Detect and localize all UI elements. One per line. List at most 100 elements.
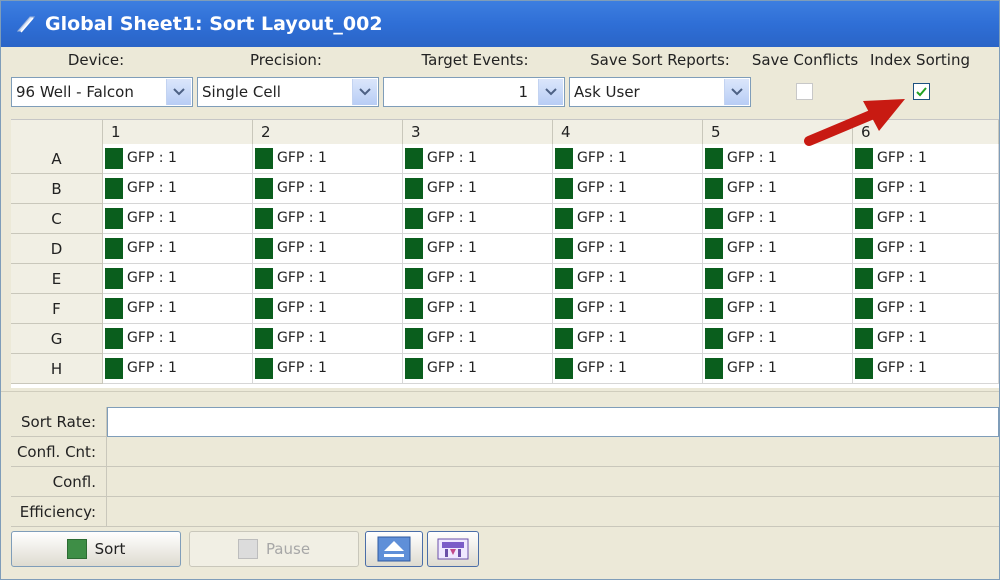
well-cell-F3[interactable]: GFP : 1: [403, 294, 553, 324]
device-dropdown[interactable]: 96 Well - Falcon: [11, 77, 193, 107]
gate-color-swatch: [705, 358, 723, 379]
well-cell-F2[interactable]: GFP : 1: [253, 294, 403, 324]
sort-rate-field[interactable]: [107, 407, 999, 437]
well-cell-B6[interactable]: GFP : 1: [853, 174, 999, 204]
well-cell-D1[interactable]: GFP : 1: [103, 234, 253, 264]
row-header-E[interactable]: E: [11, 264, 103, 294]
panel-divider[interactable]: [1, 391, 999, 406]
well-gate-label: GFP : 1: [727, 270, 777, 286]
well-cell-H5[interactable]: GFP : 1: [703, 354, 853, 384]
well-cell-G1[interactable]: GFP : 1: [103, 324, 253, 354]
well-cell-E2[interactable]: GFP : 1: [253, 264, 403, 294]
well-gate-label: GFP : 1: [277, 270, 327, 286]
dropdown-arrow-icon[interactable]: [166, 79, 191, 105]
pause-button[interactable]: Pause: [189, 531, 359, 567]
well-cell-H2[interactable]: GFP : 1: [253, 354, 403, 384]
row-header-C[interactable]: C: [11, 204, 103, 234]
well-cell-B2[interactable]: GFP : 1: [253, 174, 403, 204]
well-cell-G5[interactable]: GFP : 1: [703, 324, 853, 354]
row-header-B[interactable]: B: [11, 174, 103, 204]
well-cell-F5[interactable]: GFP : 1: [703, 294, 853, 324]
gate-color-swatch: [705, 328, 723, 349]
save-sort-reports-dropdown[interactable]: Ask User: [569, 77, 751, 107]
gate-color-swatch: [555, 208, 573, 229]
well-cell-F4[interactable]: GFP : 1: [553, 294, 703, 324]
well-cell-E3[interactable]: GFP : 1: [403, 264, 553, 294]
well-cell-E6[interactable]: GFP : 1: [853, 264, 999, 294]
dropdown-arrow-icon[interactable]: [538, 79, 563, 105]
well-cell-E4[interactable]: GFP : 1: [553, 264, 703, 294]
row-header-H[interactable]: H: [11, 354, 103, 384]
well-cell-D5[interactable]: GFP : 1: [703, 234, 853, 264]
well-cell-A2[interactable]: GFP : 1: [253, 144, 403, 174]
well-gate-label: GFP : 1: [277, 300, 327, 316]
well-cell-G4[interactable]: GFP : 1: [553, 324, 703, 354]
well-gate-label: GFP : 1: [427, 270, 477, 286]
sort-rate-label: Sort Rate:: [11, 407, 107, 437]
well-gate-label: GFP : 1: [127, 240, 177, 256]
well-cell-D6[interactable]: GFP : 1: [853, 234, 999, 264]
well-cell-H4[interactable]: GFP : 1: [553, 354, 703, 384]
well-cell-D2[interactable]: GFP : 1: [253, 234, 403, 264]
dropdown-arrow-icon[interactable]: [352, 79, 377, 105]
well-cell-A4[interactable]: GFP : 1: [553, 144, 703, 174]
gate-color-swatch: [555, 328, 573, 349]
target-events-dropdown[interactable]: 1: [383, 77, 565, 107]
well-cell-A3[interactable]: GFP : 1: [403, 144, 553, 174]
save-conflicts-label: Save Conflicts: [751, 51, 859, 69]
column-header-3[interactable]: 3: [403, 120, 553, 144]
well-cell-C1[interactable]: GFP : 1: [103, 204, 253, 234]
well-cell-E5[interactable]: GFP : 1: [703, 264, 853, 294]
index-sorting-checkbox[interactable]: [913, 83, 930, 100]
gate-color-swatch: [555, 178, 573, 199]
gate-color-swatch: [705, 238, 723, 259]
well-cell-G2[interactable]: GFP : 1: [253, 324, 403, 354]
well-cell-C6[interactable]: GFP : 1: [853, 204, 999, 234]
well-cell-B5[interactable]: GFP : 1: [703, 174, 853, 204]
well-cell-B4[interactable]: GFP : 1: [553, 174, 703, 204]
column-header-2[interactable]: 2: [253, 120, 403, 144]
sort-layout-window: Global Sheet1: Sort Layout_002 Device: P…: [0, 0, 1000, 580]
well-cell-H6[interactable]: GFP : 1: [853, 354, 999, 384]
well-cell-C2[interactable]: GFP : 1: [253, 204, 403, 234]
well-cell-H3[interactable]: GFP : 1: [403, 354, 553, 384]
well-gate-label: GFP : 1: [727, 300, 777, 316]
row-header-F[interactable]: F: [11, 294, 103, 324]
well-cell-A1[interactable]: GFP : 1: [103, 144, 253, 174]
well-cell-B1[interactable]: GFP : 1: [103, 174, 253, 204]
well-gate-label: GFP : 1: [577, 360, 627, 376]
gate-color-swatch: [555, 148, 573, 169]
well-cell-C5[interactable]: GFP : 1: [703, 204, 853, 234]
precision-dropdown[interactable]: Single Cell: [197, 77, 379, 107]
column-header-4[interactable]: 4: [553, 120, 703, 144]
title-bar[interactable]: Global Sheet1: Sort Layout_002: [1, 1, 999, 47]
well-cell-B3[interactable]: GFP : 1: [403, 174, 553, 204]
well-gate-label: GFP : 1: [277, 330, 327, 346]
row-header-A[interactable]: A: [11, 144, 103, 174]
well-cell-D4[interactable]: GFP : 1: [553, 234, 703, 264]
well-cell-G6[interactable]: GFP : 1: [853, 324, 999, 354]
gate-color-swatch: [255, 238, 273, 259]
well-cell-C4[interactable]: GFP : 1: [553, 204, 703, 234]
well-gate-label: GFP : 1: [877, 240, 927, 256]
well-cell-C3[interactable]: GFP : 1: [403, 204, 553, 234]
row-header-G[interactable]: G: [11, 324, 103, 354]
well-cell-D3[interactable]: GFP : 1: [403, 234, 553, 264]
well-gate-label: GFP : 1: [877, 150, 927, 166]
eject-button[interactable]: [365, 531, 423, 567]
well-cell-G3[interactable]: GFP : 1: [403, 324, 553, 354]
sweet-spot-button[interactable]: [427, 531, 479, 567]
sort-button[interactable]: Sort: [11, 531, 181, 567]
well-cell-F6[interactable]: GFP : 1: [853, 294, 999, 324]
well-gate-label: GFP : 1: [577, 240, 627, 256]
well-cell-F1[interactable]: GFP : 1: [103, 294, 253, 324]
well-gate-label: GFP : 1: [727, 210, 777, 226]
well-cell-E1[interactable]: GFP : 1: [103, 264, 253, 294]
well-gate-label: GFP : 1: [427, 300, 477, 316]
dropdown-arrow-icon[interactable]: [724, 79, 749, 105]
row-header-D[interactable]: D: [11, 234, 103, 264]
gate-color-swatch: [405, 208, 423, 229]
column-header-1[interactable]: 1: [103, 120, 253, 144]
well-cell-H1[interactable]: GFP : 1: [103, 354, 253, 384]
well-gate-label: GFP : 1: [427, 180, 477, 196]
